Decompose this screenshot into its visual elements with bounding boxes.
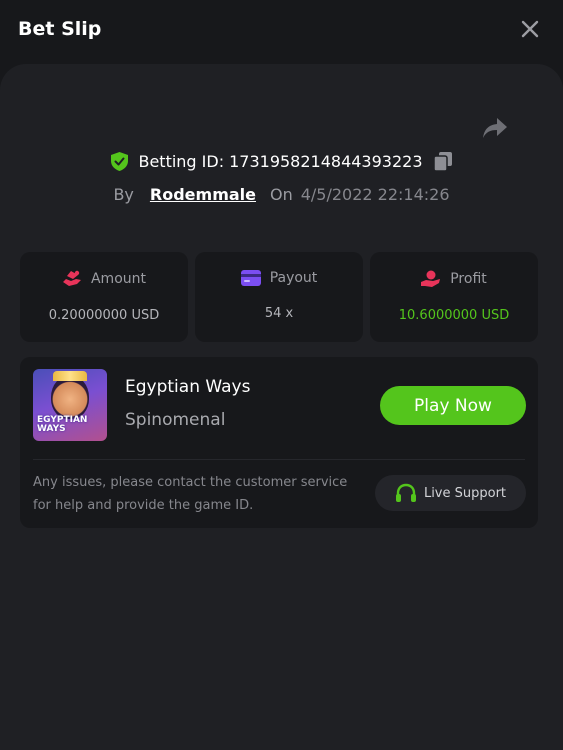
by-label: By xyxy=(113,185,134,204)
on-label: On xyxy=(270,185,293,204)
stat-profit: Profit 10.6000000 USD xyxy=(370,252,538,342)
copy-button[interactable] xyxy=(433,152,452,171)
game-thumbnail-logo: EGYPTIAN WAYS xyxy=(37,415,88,434)
payout-card-icon xyxy=(240,270,261,286)
bet-author-row: By Rodemmale On 4/5/2022 22:14:26 xyxy=(0,185,563,204)
stat-amount-label: Amount xyxy=(90,271,146,287)
copy-icon xyxy=(433,152,452,171)
bet-datetime: 4/5/2022 22:14:26 xyxy=(300,185,450,204)
profit-hand-icon xyxy=(421,270,441,288)
stat-payout: Payout 54 x xyxy=(195,252,363,342)
share-button[interactable] xyxy=(481,116,509,140)
game-title: Egyptian Ways xyxy=(125,377,251,397)
live-support-button[interactable]: Live Support xyxy=(375,475,526,511)
modal-title: Bet Slip xyxy=(18,18,102,40)
game-thumbnail[interactable]: EGYPTIAN WAYS xyxy=(33,369,107,441)
share-icon xyxy=(483,118,507,138)
crown-illustration xyxy=(53,371,87,381)
game-card: EGYPTIAN WAYS Egyptian Ways Spinomenal P… xyxy=(20,357,538,528)
verified-shield-icon xyxy=(111,152,129,171)
username-link[interactable]: Rodemmale xyxy=(150,185,256,204)
stat-payout-value: 54 x xyxy=(264,306,294,321)
game-provider: Spinomenal xyxy=(125,410,226,430)
betting-id-label: Betting ID: xyxy=(138,152,225,171)
live-support-label: Live Support xyxy=(423,485,507,501)
stat-payout-label: Payout xyxy=(269,270,318,286)
play-now-button[interactable]: Play Now xyxy=(380,386,526,425)
bet-slip-modal: Bet Slip Betting ID: 1731958214844393223 xyxy=(0,0,563,750)
pharaoh-face-illustration xyxy=(51,375,89,419)
stat-profit-label: Profit xyxy=(450,271,487,287)
divider xyxy=(33,459,525,460)
bet-details-panel: Betting ID: 1731958214844393223 By Rodem… xyxy=(0,64,563,750)
stat-amount-value: 0.20000000 USD xyxy=(48,308,160,323)
close-button[interactable] xyxy=(517,16,543,42)
support-notice: Any issues, please contact the customer … xyxy=(33,475,348,513)
betting-id-value: 1731958214844393223 xyxy=(229,152,423,171)
betting-id-row: Betting ID: 1731958214844393223 xyxy=(0,152,563,171)
bet-stats: Amount 0.20000000 USD Payout 54 x Profit… xyxy=(20,252,538,342)
headset-icon xyxy=(395,483,417,503)
amount-icon xyxy=(62,270,82,288)
stat-amount: Amount 0.20000000 USD xyxy=(20,252,188,342)
stat-profit-value: 10.6000000 USD xyxy=(398,308,510,323)
close-icon xyxy=(521,20,539,38)
modal-header: Bet Slip xyxy=(0,0,563,58)
